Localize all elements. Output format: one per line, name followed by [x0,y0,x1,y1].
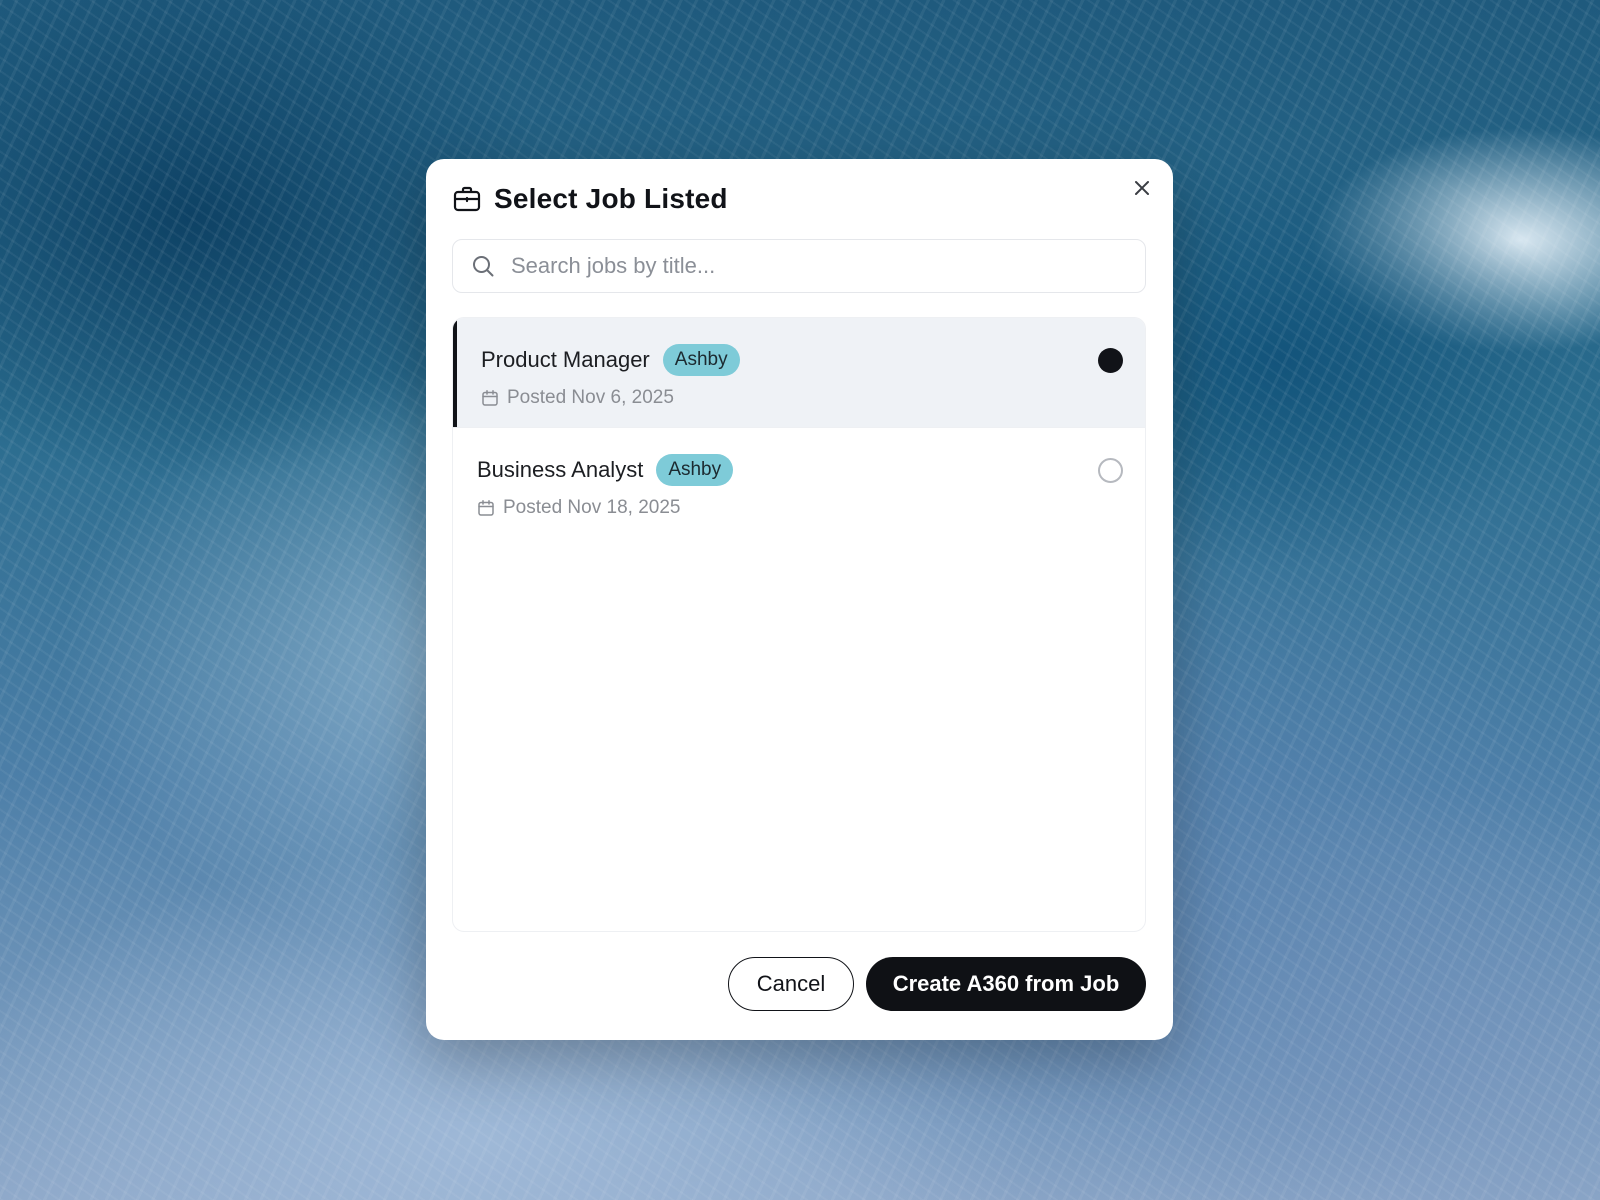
close-icon [1135,181,1149,195]
search-icon [473,256,494,277]
briefcase-icon [453,186,481,212]
calendar-icon [478,500,494,516]
search-box[interactable] [452,239,1146,293]
job-radio[interactable] [1098,458,1123,483]
calendar-icon [482,390,498,406]
close-button[interactable] [1129,175,1155,201]
search-input[interactable] [511,253,1111,279]
posted-date: Posted Nov 6, 2025 [507,387,674,408]
job-item[interactable]: Business Analyst Ashby Posted Nov 18, 20… [453,427,1145,536]
cancel-button[interactable]: Cancel [728,957,854,1011]
select-job-dialog: Select Job Listed Product Manager Ashby … [426,159,1173,1040]
posted-date: Posted Nov 18, 2025 [503,497,681,518]
create-a360-button[interactable]: Create A360 from Job [866,957,1146,1011]
job-title: Business Analyst [477,457,644,482]
source-badge: Ashby [662,344,740,376]
job-radio-selected[interactable] [1098,348,1123,373]
dialog-title: Select Job Listed [494,183,728,214]
dialog-header: Select Job Listed [452,183,728,215]
job-item[interactable]: Product Manager Ashby Posted Nov 6, 2025 [453,318,1145,427]
job-list: Product Manager Ashby Posted Nov 6, 2025… [452,317,1146,932]
source-badge: Ashby [656,454,734,486]
job-title: Product Manager [481,347,650,372]
